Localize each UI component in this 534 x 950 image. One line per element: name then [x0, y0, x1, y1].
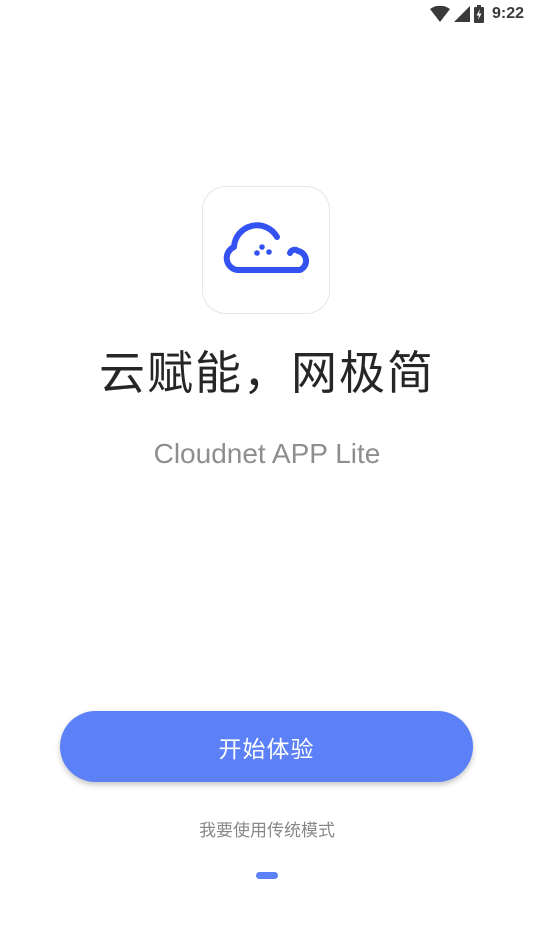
- battery-charging-icon: [473, 5, 484, 23]
- status-time: 9:22: [491, 5, 524, 22]
- wifi-icon: [429, 6, 450, 22]
- start-experience-button[interactable]: 开始体验: [60, 711, 473, 782]
- status-bar: 9:22: [0, 0, 534, 28]
- headline: 云赋能，网极简: [99, 346, 435, 400]
- subtitle: Cloudnet APP Lite: [153, 438, 381, 469]
- cloud-logo-icon: [223, 222, 310, 273]
- status-icons: 9:22: [429, 4, 524, 24]
- traditional-mode-link[interactable]: 我要使用传统模式: [0, 818, 534, 844]
- page-indicator: [256, 872, 278, 879]
- cellular-signal-icon: [453, 6, 470, 22]
- app-icon: [202, 186, 330, 314]
